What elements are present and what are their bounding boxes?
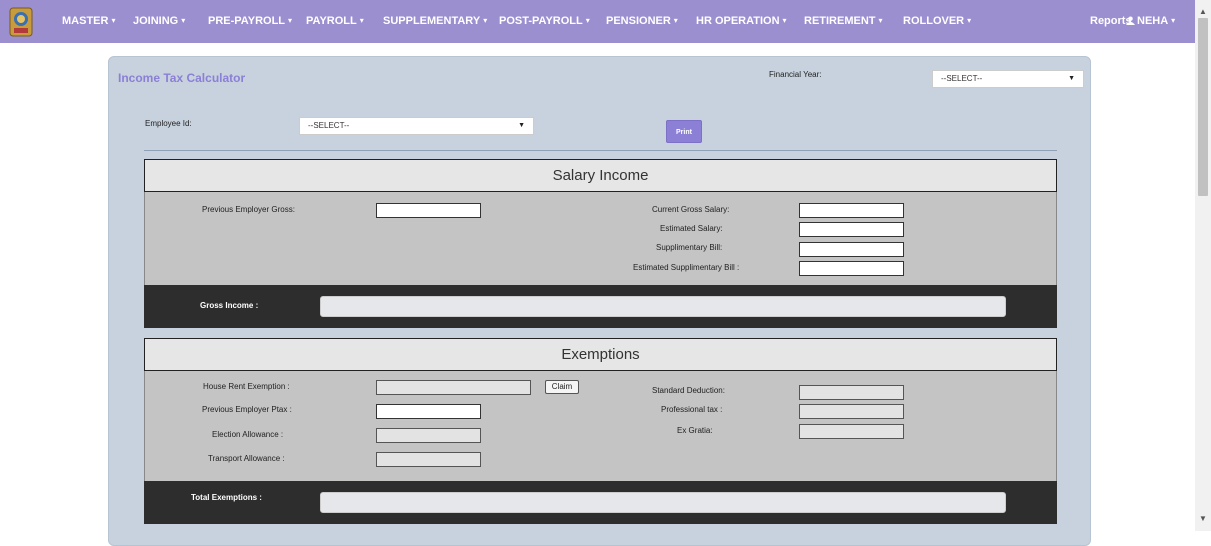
exemptions-header: Exemptions (144, 338, 1057, 371)
scrollbar-thumb[interactable] (1198, 18, 1208, 196)
divider (144, 150, 1057, 151)
nav-retirement[interactable]: RETIREMENT ▾ (804, 0, 883, 43)
previous-employer-ptax-label: Previous Employer Ptax : (202, 405, 292, 414)
scroll-down-arrow-icon[interactable]: ▼ (1195, 511, 1211, 527)
chevron-down-icon: ▾ (359, 16, 364, 25)
employee-id-label: Employee Id: (145, 119, 192, 128)
transport-allowance-label: Transport Allowance : (208, 454, 285, 463)
chevron-down-icon: ▾ (585, 16, 590, 25)
chevron-down-icon: ▾ (673, 16, 678, 25)
transport-allowance-input (376, 452, 481, 467)
nav-rollover[interactable]: ROLLOVER ▾ (903, 0, 971, 43)
standard-deduction-input (799, 385, 904, 400)
nav-hr-operation[interactable]: HR OPERATION ▾ (696, 0, 787, 43)
user-icon (1126, 16, 1135, 25)
total-exemptions-field (320, 492, 1006, 513)
previous-employer-gross-input[interactable] (376, 203, 481, 218)
ex-gratia-label: Ex Gratia: (677, 426, 713, 435)
nav-post-payroll[interactable]: POST-PAYROLL ▾ (499, 0, 590, 43)
estimated-supplimentary-bill-input[interactable] (799, 261, 904, 276)
chevron-down-icon: ▾ (288, 16, 293, 25)
election-allowance-input (376, 428, 481, 443)
gross-income-label: Gross Income : (200, 301, 259, 310)
estimated-supplimentary-bill-label: Estimated Supplimentary Bill : (633, 263, 740, 272)
house-rent-exemption-label: House Rent Exemption : (203, 382, 290, 391)
house-rent-exemption-input (376, 380, 531, 395)
professional-tax-input (799, 404, 904, 419)
employee-id-select[interactable]: --SELECT-- ▼ (299, 117, 534, 135)
election-allowance-label: Election Allowance : (212, 430, 284, 439)
gross-income-field (320, 296, 1006, 317)
chevron-down-icon: ▾ (111, 16, 116, 25)
chevron-down-icon: ▾ (483, 16, 488, 25)
professional-tax-label: Professional tax : (661, 405, 723, 414)
financial-year-label: Financial Year: (769, 70, 822, 79)
chevron-down-icon: ▾ (967, 16, 972, 25)
chevron-down-icon: ▼ (1068, 75, 1075, 82)
nav-master[interactable]: MASTER ▾ (62, 0, 115, 43)
current-gross-salary-label: Current Gross Salary: (652, 205, 730, 214)
previous-employer-ptax-input[interactable] (376, 404, 481, 419)
nav-user-menu[interactable]: NEHA ▾ (1126, 0, 1175, 43)
financial-year-select[interactable]: --SELECT-- ▼ (932, 70, 1084, 88)
supplimentary-bill-label: Supplimentary Bill: (656, 243, 723, 252)
chevron-down-icon: ▾ (1171, 16, 1176, 25)
nav-pre-payroll[interactable]: PRE-PAYROLL ▾ (208, 0, 292, 43)
total-exemptions-label: Total Exemptions : (191, 493, 262, 502)
salary-income-header: Salary Income (144, 159, 1057, 192)
chevron-down-icon: ▼ (518, 122, 525, 129)
current-gross-salary-input[interactable] (799, 203, 904, 218)
vertical-scrollbar[interactable]: ▲ ▼ (1195, 0, 1211, 531)
nav-joining[interactable]: JOINING ▾ (133, 0, 185, 43)
nav-supplementary[interactable]: SUPPLEMENTARY ▾ (383, 0, 487, 43)
top-navbar: MASTER ▾ JOINING ▾ PRE-PAYROLL ▾ PAYROLL ▾ S… (0, 0, 1195, 43)
nav-pensioner[interactable]: PENSIONER ▾ (606, 0, 678, 43)
previous-employer-gross-label: Previous Employer Gross: (202, 205, 295, 214)
emblem-logo[interactable] (6, 6, 36, 38)
ex-gratia-input (799, 424, 904, 439)
supplimentary-bill-input[interactable] (799, 242, 904, 257)
page-title: Income Tax Calculator (118, 71, 246, 85)
chevron-down-icon: ▾ (878, 16, 883, 25)
estimated-salary-label: Estimated Salary: (660, 224, 723, 233)
nav-payroll[interactable]: PAYROLL ▾ (306, 0, 364, 43)
chevron-down-icon: ▾ (181, 16, 186, 25)
chevron-down-icon: ▾ (782, 16, 787, 25)
estimated-salary-input[interactable] (799, 222, 904, 237)
print-button[interactable]: Print (666, 120, 702, 143)
claim-button[interactable]: Claim (545, 380, 579, 394)
standard-deduction-label: Standard Deduction: (652, 386, 725, 395)
